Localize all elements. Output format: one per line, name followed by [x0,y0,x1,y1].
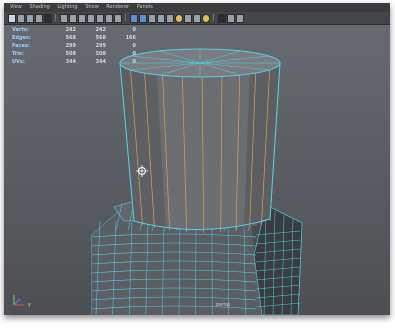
paint-icon[interactable] [26,14,34,23]
hud-value: 568 [65,35,76,41]
move-icon[interactable] [35,14,43,23]
hud-row: Edges: 568 568 166 [12,34,140,42]
axis-gizmo: Y [12,293,31,309]
hud-value: 344 [95,59,106,65]
hud-value: 299 [95,43,106,49]
backface-icon[interactable] [193,14,201,23]
hud-value: 166 [125,35,136,41]
resolution-icon[interactable] [114,14,122,23]
grid-icon[interactable] [78,14,86,23]
menu-renderer[interactable]: Renderer [106,3,129,12]
hud-row: Faces: 299 299 0 [12,42,140,50]
hud-value: 568 [95,35,106,41]
scale-icon[interactable] [60,14,68,23]
ambient-light-icon[interactable] [175,14,183,23]
toolbar-separator [55,14,56,21]
bookmark-icon[interactable] [96,14,104,23]
wire-on-shaded-icon[interactable] [139,14,147,23]
menu-panels[interactable]: Panels [137,3,153,12]
wireframe-icon[interactable] [87,14,95,23]
axis-label: Y [27,303,31,309]
camera-icon[interactable] [69,14,77,23]
mesh-scene[interactable] [4,25,390,315]
texture-icon[interactable] [148,14,156,23]
menu-show[interactable]: Show [85,3,99,12]
hud-value: 242 [65,27,76,33]
hud-value: 0 [132,27,136,33]
hud-label: Verts: [12,27,29,33]
select-icon[interactable] [8,14,16,23]
light-icon[interactable] [157,14,165,23]
hud-label: Edges: [12,35,31,41]
panel-toolbar [4,12,390,25]
rotate-icon[interactable] [44,14,52,23]
3d-viewport[interactable]: Verts: 242 242 0 Edges: 568 568 166 Faces: 299 2… [4,25,390,315]
menu-view[interactable]: View [10,3,22,12]
toolbar-separator [213,14,214,21]
menu-shading[interactable]: Shading [29,3,49,12]
lasso-icon[interactable] [17,14,25,23]
hud-value: 299 [65,43,76,49]
hud-label: Tris: [12,51,25,57]
shadow-icon[interactable] [166,14,174,23]
menu-lighting[interactable]: Lighting [57,3,77,12]
panel-menu-bar: View Shading Lighting Show Renderer Pane… [4,3,390,12]
toolbar-separator [125,14,126,21]
hud-label: Faces: [12,43,30,49]
xray-icon[interactable] [184,14,192,23]
hud-row: Tris: 508 508 0 [12,50,140,58]
frame-icon[interactable] [105,14,113,23]
camera-name-label: persp [216,302,231,308]
hud-value: 508 [65,51,76,57]
shaded-icon[interactable] [130,14,138,23]
isolate-icon[interactable] [218,14,226,23]
hud-row: UVs: 344 344 0 [12,58,140,66]
quality-icon[interactable] [227,14,235,23]
lighting-icon[interactable] [202,14,210,23]
render-icon[interactable] [236,14,244,23]
hud-value: 0 [132,51,136,57]
hud-value: 242 [95,27,106,33]
axis-icon [13,295,24,306]
maya-window: View Shading Lighting Show Renderer Pane… [4,3,390,315]
hud-value: 508 [95,51,106,57]
hud-value: 344 [65,59,76,65]
hud-row: Verts: 242 242 0 [12,26,140,34]
poly-count-hud: Verts: 242 242 0 Edges: 568 568 166 Faces: 299 2… [12,26,140,66]
hud-label: UVs: [12,59,25,65]
hud-value: 0 [132,43,136,49]
hud-value: 0 [132,59,136,65]
